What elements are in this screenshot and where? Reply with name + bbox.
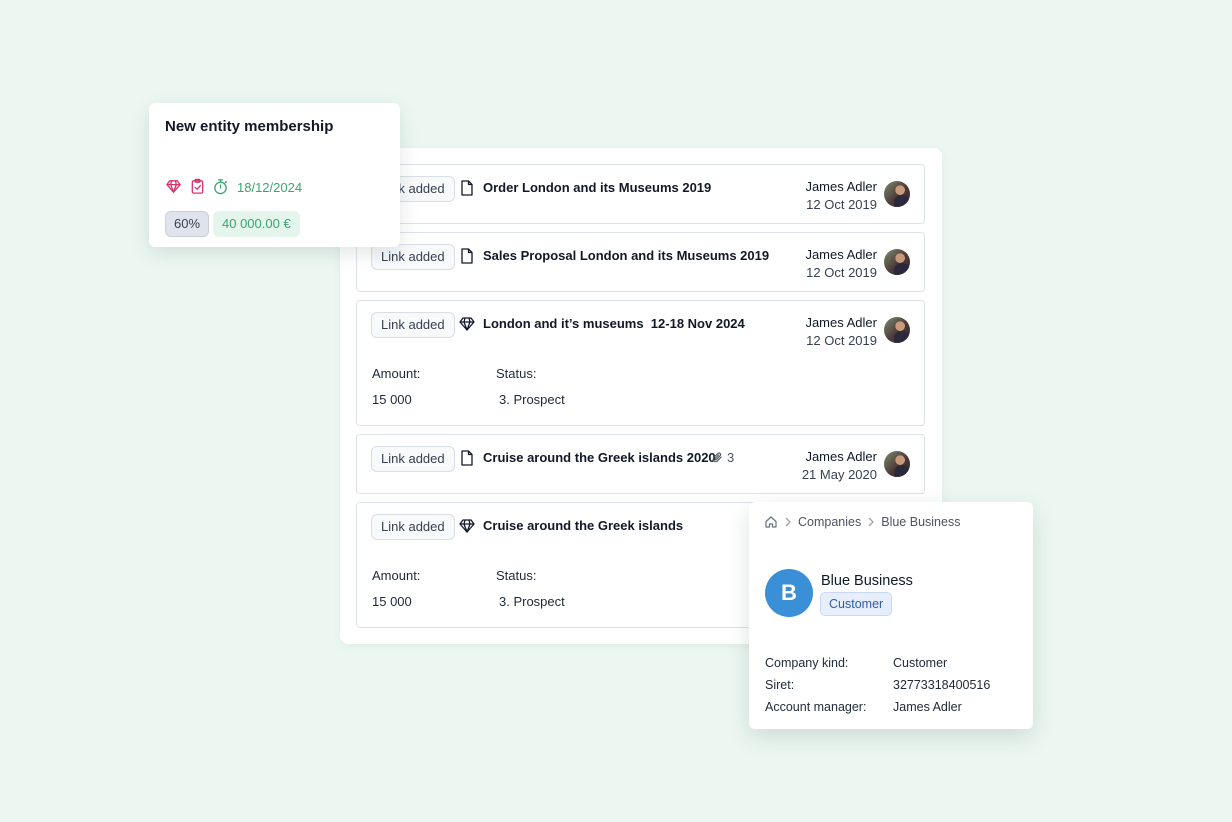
status-label: Status:: [496, 366, 537, 381]
amount-label: Amount:: [372, 366, 421, 381]
event-date: 12 Oct 2019: [806, 333, 877, 348]
field-value: 32773318400516: [893, 678, 991, 692]
field-value: Customer: [893, 656, 948, 670]
event-type-chip: Link added: [371, 514, 455, 540]
timeline-event[interactable]: Link added London and it’s museums 12-18…: [356, 300, 925, 426]
event-date: 21 May 2020: [801, 467, 877, 482]
event-title-link[interactable]: London and it’s museums 12-18 Nov 2024: [483, 316, 745, 331]
paperclip-icon: [712, 452, 722, 463]
status-label: Status:: [496, 568, 537, 583]
author-name: James Adler: [805, 247, 877, 262]
membership-date: 18/12/2024: [237, 180, 303, 195]
event-title-link[interactable]: Cruise around the Greek islands: [483, 518, 683, 533]
breadcrumb-companies-link[interactable]: Companies: [798, 515, 861, 529]
avatar[interactable]: [884, 249, 910, 275]
avatar[interactable]: [884, 451, 910, 477]
status-value: 3. Prospect: [499, 594, 565, 609]
breadcrumb-current: Blue Business: [881, 515, 961, 529]
event-title-link[interactable]: Sales Proposal London and its Museums 20…: [483, 248, 769, 263]
event-date: 12 Oct 2019: [806, 197, 877, 212]
event-type-chip: Link added: [371, 446, 455, 472]
amount-badge: 40 000.00 €: [213, 211, 300, 237]
breadcrumb: Companies Blue Business: [764, 515, 960, 529]
avatar[interactable]: [884, 317, 910, 343]
author-name: James Adler: [805, 315, 877, 330]
document-icon: [458, 247, 476, 265]
entity-membership-card[interactable]: New entity membership 18/12/2024 60% 40 …: [149, 103, 400, 247]
avatar[interactable]: [884, 181, 910, 207]
event-type-chip: Link added: [371, 244, 455, 270]
timeline-event[interactable]: Link added Order London and its Museums …: [356, 164, 925, 224]
field-row: Account manager: James Adler: [765, 700, 962, 714]
timeline-event[interactable]: Link added Sales Proposal London and its…: [356, 232, 925, 292]
company-avatar: B: [765, 569, 813, 617]
event-author: James Adler 12 Oct 2019: [805, 246, 877, 282]
company-type-tag: Customer: [820, 592, 893, 616]
probability-badge: 60%: [165, 211, 210, 237]
document-icon: [458, 449, 476, 467]
stopwatch-icon: [212, 178, 229, 195]
amount-value: 15 000: [372, 392, 412, 407]
diamond-icon: [458, 517, 476, 535]
event-author: James Adler 12 Oct 2019: [805, 178, 877, 214]
attachment-count-value: 3: [727, 450, 735, 465]
event-date: 12 Oct 2019: [806, 265, 877, 280]
field-label: Company kind:: [765, 656, 849, 670]
home-icon[interactable]: [764, 515, 778, 529]
chevron-right-icon: [867, 517, 875, 527]
field-value: James Adler: [893, 700, 962, 714]
attachment-count[interactable]: 3: [711, 450, 734, 465]
company-name: Blue Business: [821, 573, 913, 589]
author-name: James Adler: [805, 179, 877, 194]
timeline-event[interactable]: Link added Cruise around the Greek islan…: [356, 434, 925, 494]
author-name: James Adler: [805, 449, 877, 464]
event-title-link[interactable]: Order London and its Museums 2019: [483, 180, 711, 195]
card-title: New entity membership: [165, 118, 334, 135]
diamond-icon: [165, 178, 182, 195]
event-title-link[interactable]: Cruise around the Greek islands 2020: [483, 450, 716, 465]
amount-label: Amount:: [372, 568, 421, 583]
amount-value: 15 000: [372, 594, 412, 609]
field-label: Account manager:: [765, 700, 867, 714]
company-card[interactable]: Companies Blue Business B Blue Business …: [749, 502, 1033, 729]
chevron-right-icon: [784, 517, 792, 527]
diamond-icon: [458, 315, 476, 333]
field-row: Company kind: Customer: [765, 656, 947, 670]
event-type-chip: Link added: [371, 312, 455, 338]
status-value: 3. Prospect: [499, 392, 565, 407]
event-author: James Adler 21 May 2020: [802, 448, 877, 484]
field-label: Siret:: [765, 678, 795, 692]
clipboard-check-icon: [189, 178, 206, 195]
document-icon: [458, 179, 476, 197]
event-author: James Adler 12 Oct 2019: [805, 314, 877, 350]
field-row: Siret: 32773318400516: [765, 678, 990, 692]
